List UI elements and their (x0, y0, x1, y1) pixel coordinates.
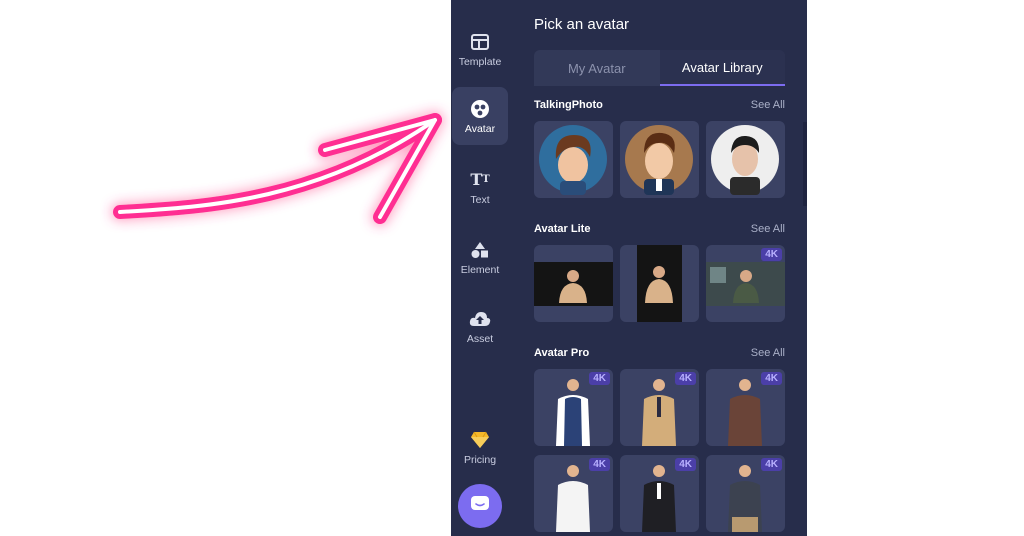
4k-badge: 4K (761, 372, 782, 385)
avatar-panel: Template Avatar TT Text Element Asset Pr… (451, 0, 807, 536)
rail-label-pricing: Pricing (463, 453, 497, 466)
left-rail: Template Avatar TT Text Element Asset Pr… (451, 0, 508, 536)
text-icon: TT (470, 170, 490, 189)
avatar-pro-tile-1[interactable]: 4K (534, 369, 613, 446)
diamond-icon (469, 429, 491, 451)
talkingphoto-tile-3[interactable] (706, 121, 785, 198)
avatar-pro-tile-6[interactable]: 4K (706, 455, 785, 532)
4k-badge: 4K (675, 458, 696, 471)
see-all-link[interactable]: See All (751, 347, 785, 359)
chat-button[interactable] (458, 484, 502, 528)
avatar-pro-tile-4[interactable]: 4K (534, 455, 613, 532)
rail-label-template: Template (458, 55, 502, 68)
presenter-video-thumbnail (637, 245, 682, 322)
4k-badge: 4K (761, 248, 782, 261)
4k-badge: 4K (589, 372, 610, 385)
rail-item-asset[interactable]: Asset (452, 297, 508, 355)
avatar-lite-tile-3[interactable]: 4K (706, 245, 785, 322)
template-icon (469, 31, 491, 53)
see-all-link[interactable]: See All (751, 223, 785, 235)
section-avatar-lite: Avatar Lite See All (534, 223, 785, 239)
see-all-link[interactable]: See All (751, 99, 785, 111)
scrollbar[interactable] (803, 122, 807, 206)
section-title: Avatar Pro (534, 347, 590, 359)
cartoon-boy-photo (539, 125, 607, 195)
rail-item-text[interactable]: TT Text (452, 158, 508, 216)
4k-badge: 4K (761, 458, 782, 471)
avatar-lite-tile-1[interactable] (534, 245, 613, 322)
talkingphoto-tile-2[interactable] (620, 121, 699, 198)
rail-label-avatar: Avatar (464, 122, 496, 135)
avatar-lite-tile-2[interactable] (620, 245, 699, 322)
realistic-man-photo (711, 125, 779, 195)
upload-cloud-icon (469, 308, 491, 330)
section-title: TalkingPhoto (534, 99, 603, 111)
chat-bubble-icon (470, 495, 490, 518)
element-icon (469, 239, 491, 261)
section-title: Avatar Lite (534, 223, 591, 235)
tab-avatar-library[interactable]: Avatar Library (659, 50, 785, 86)
cartoon-man-photo (625, 125, 693, 195)
4k-badge: 4K (675, 372, 696, 385)
tab-my-avatar[interactable]: My Avatar (534, 50, 660, 86)
talkingphoto-tile-1[interactable] (534, 121, 613, 198)
rail-label-asset: Asset (466, 332, 494, 345)
rail-item-avatar[interactable]: Avatar (452, 87, 508, 145)
rail-item-pricing[interactable]: Pricing (452, 418, 508, 476)
avatar-pro-tile-2[interactable]: 4K (620, 369, 699, 446)
4k-badge: 4K (589, 458, 610, 471)
rail-label-element: Element (460, 263, 500, 276)
section-avatar-pro: Avatar Pro See All (534, 347, 785, 363)
rail-label-text: Text (470, 193, 490, 206)
section-talkingphoto: TalkingPhoto See All (534, 99, 785, 115)
rail-item-element[interactable]: Element (452, 228, 508, 286)
annotation-arrow (100, 95, 450, 245)
presenter-video-thumbnail (534, 262, 613, 306)
avatar-pro-tile-3[interactable]: 4K (706, 369, 785, 446)
avatar-icon (469, 98, 491, 120)
avatar-content: Pick an avatar My Avatar Avatar Library … (534, 0, 787, 536)
panel-title: Pick an avatar (534, 16, 630, 33)
avatar-pro-tile-5[interactable]: 4K (620, 455, 699, 532)
rail-item-template[interactable]: Template (452, 20, 508, 78)
avatar-tabs: My Avatar Avatar Library (534, 50, 785, 86)
